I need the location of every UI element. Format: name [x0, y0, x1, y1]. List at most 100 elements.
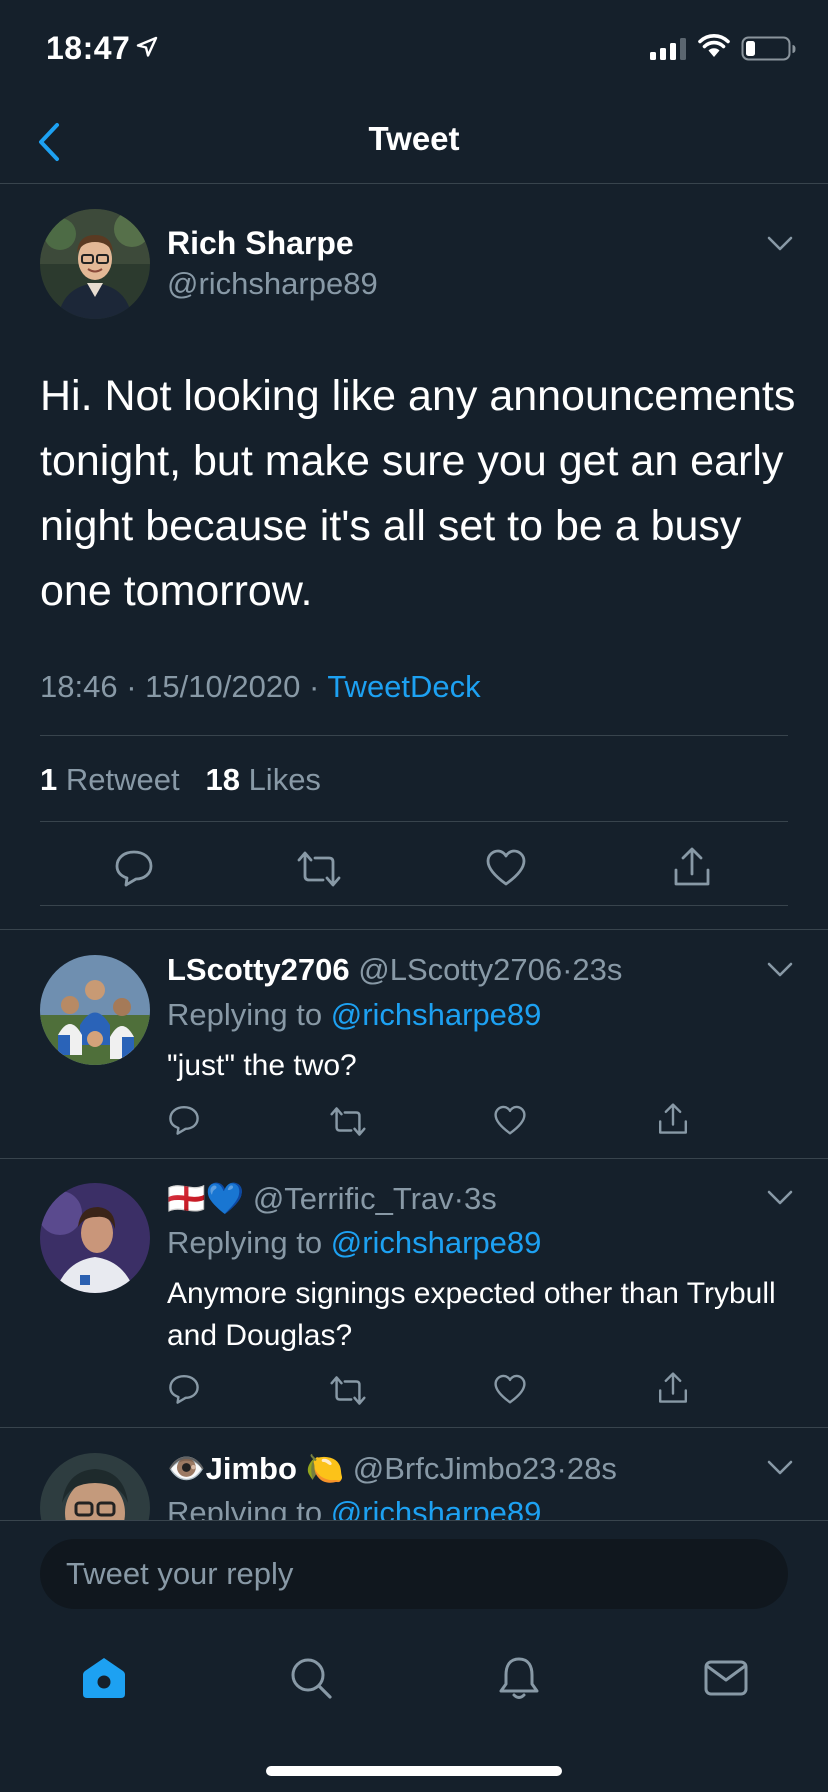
wifi-icon — [697, 33, 731, 59]
retweet-button[interactable] — [297, 850, 341, 888]
replying-to-link[interactable]: @richsharpe89 — [331, 1495, 542, 1520]
tweet-meta: 18:46 · 15/10/2020 · TweetDeck — [40, 669, 481, 705]
reply-list-clip: 👁️Jimbo 🍋 @BrfcJimbo23·28s Replying to @… — [0, 1430, 828, 1520]
tweet-options-button[interactable] — [767, 236, 793, 252]
reply-divider — [0, 1427, 828, 1428]
tweet-source-link[interactable]: TweetDeck — [327, 669, 480, 704]
reply-header: LScotty2706 @LScotty2706·23s — [167, 952, 622, 988]
chevron-down-icon — [767, 236, 793, 251]
home-icon — [83, 1658, 125, 1698]
chevron-down-icon — [767, 1190, 793, 1205]
reply-avatar[interactable] — [40, 1453, 150, 1520]
header-divider — [0, 183, 828, 184]
reply-author-name[interactable]: LScotty2706 — [167, 952, 350, 987]
author-name[interactable]: Rich Sharpe — [167, 225, 354, 262]
tweet-date: 15/10/2020 — [145, 669, 301, 704]
reply-button[interactable] — [168, 1373, 200, 1405]
location-arrow-icon — [136, 36, 158, 58]
retweet-button[interactable] — [330, 1375, 366, 1406]
composer-divider — [0, 1520, 828, 1521]
tab-messages[interactable] — [696, 1648, 756, 1708]
chevron-down-icon — [767, 1460, 793, 1475]
retweets-stat[interactable]: 1 Retweet — [40, 762, 180, 797]
reply-header: 🏴󠁧󠁢󠁥󠁮󠁧󠁿💙 @Terrific_Trav·3s — [167, 1180, 497, 1217]
reply-time: 28s — [566, 1451, 617, 1486]
tab-notifications[interactable] — [489, 1648, 549, 1708]
cellular-signal-icon — [650, 38, 688, 60]
home-indicator[interactable] — [266, 1766, 562, 1776]
replying-to-line: Replying to @richsharpe89 — [167, 1495, 541, 1520]
reply-options-button[interactable] — [767, 962, 793, 978]
reply-time: 23s — [572, 952, 623, 987]
reply-input[interactable] — [40, 1539, 788, 1609]
reply-icon — [169, 1106, 199, 1135]
reply-author-emoji[interactable]: 🏴󠁧󠁢󠁥󠁮󠁧󠁿💙 — [167, 1181, 244, 1216]
page-title: Tweet — [368, 120, 460, 157]
reply-options-button[interactable] — [767, 1190, 793, 1206]
heart-icon — [494, 1374, 526, 1404]
reply-header: 👁️Jimbo 🍋 @BrfcJimbo23·28s — [167, 1450, 617, 1487]
like-button[interactable] — [494, 1105, 526, 1136]
messages-icon — [704, 1660, 748, 1696]
reply-author-handle[interactable]: @Terrific_Trav — [253, 1181, 454, 1216]
reply-author-handle[interactable]: @LScotty2706 — [358, 952, 562, 987]
replying-to-label: Replying to — [167, 1495, 323, 1520]
tweet-text: Hi. Not looking like any announcements t… — [40, 372, 796, 615]
replying-to-label: Replying to — [167, 997, 323, 1032]
like-label: Likes — [248, 762, 321, 797]
replying-to-line: Replying to @richsharpe89 — [167, 1225, 541, 1261]
meta-separator: · — [126, 669, 137, 704]
tab-home[interactable] — [74, 1648, 134, 1708]
reply-avatar[interactable] — [40, 1183, 150, 1293]
reply-author-name[interactable]: Jimbo — [206, 1451, 297, 1486]
reply-author-handle[interactable]: @BrfcJimbo23 — [353, 1451, 557, 1486]
reply-avatar[interactable] — [40, 955, 150, 1065]
eye-emoji: 👁️ — [167, 1451, 206, 1486]
share-icon — [659, 1372, 687, 1403]
like-button[interactable] — [486, 849, 526, 887]
tab-search[interactable] — [281, 1648, 341, 1708]
share-button[interactable] — [657, 1371, 689, 1405]
share-button[interactable] — [672, 846, 712, 888]
reply-text: "just" the two? — [167, 1049, 357, 1082]
notifications-icon — [499, 1657, 539, 1699]
author-handle[interactable]: @richsharpe89 — [167, 266, 378, 302]
section-divider — [0, 929, 828, 930]
reply-separator: · — [453, 1181, 464, 1216]
share-icon — [659, 1103, 687, 1134]
replying-to-label: Replying to — [167, 1225, 323, 1260]
chevron-down-icon — [767, 962, 793, 977]
reply-divider — [0, 1158, 828, 1159]
stats-divider — [40, 821, 788, 822]
battery-icon — [741, 36, 797, 62]
share-button[interactable] — [657, 1102, 689, 1136]
lemon-emoji: 🍋 — [305, 1451, 345, 1486]
reply-options-button[interactable] — [767, 1460, 793, 1476]
like-count: 18 — [205, 762, 240, 797]
replying-to-link[interactable]: @richsharpe89 — [331, 997, 542, 1032]
reply-separator: · — [562, 952, 573, 987]
tweet-stats: 1 Retweet 18 Likes — [40, 762, 321, 798]
reply-separator: · — [556, 1451, 567, 1486]
tweet-time: 18:46 — [40, 669, 118, 704]
actions-divider — [40, 905, 788, 906]
author-avatar[interactable] — [40, 209, 150, 319]
like-button[interactable] — [494, 1374, 526, 1405]
retweet-icon — [297, 851, 341, 887]
reply-button[interactable] — [114, 848, 154, 888]
retweet-icon — [330, 1376, 366, 1405]
meta-separator: · — [308, 669, 320, 704]
reply-button[interactable] — [168, 1104, 200, 1136]
retweet-button[interactable] — [330, 1106, 366, 1137]
share-icon — [674, 847, 710, 886]
reply-time: 3s — [464, 1181, 497, 1216]
heart-icon — [486, 849, 526, 886]
retweet-label: Retweet — [65, 762, 180, 797]
reply-text: Anymore signings expected other than Try… — [167, 1277, 776, 1352]
search-icon — [291, 1658, 332, 1699]
reply-icon — [169, 1375, 199, 1404]
retweet-count: 1 — [40, 762, 58, 797]
reply-icon — [115, 850, 153, 887]
likes-stat[interactable]: 18 Likes — [205, 762, 320, 797]
replying-to-link[interactable]: @richsharpe89 — [331, 1225, 542, 1260]
